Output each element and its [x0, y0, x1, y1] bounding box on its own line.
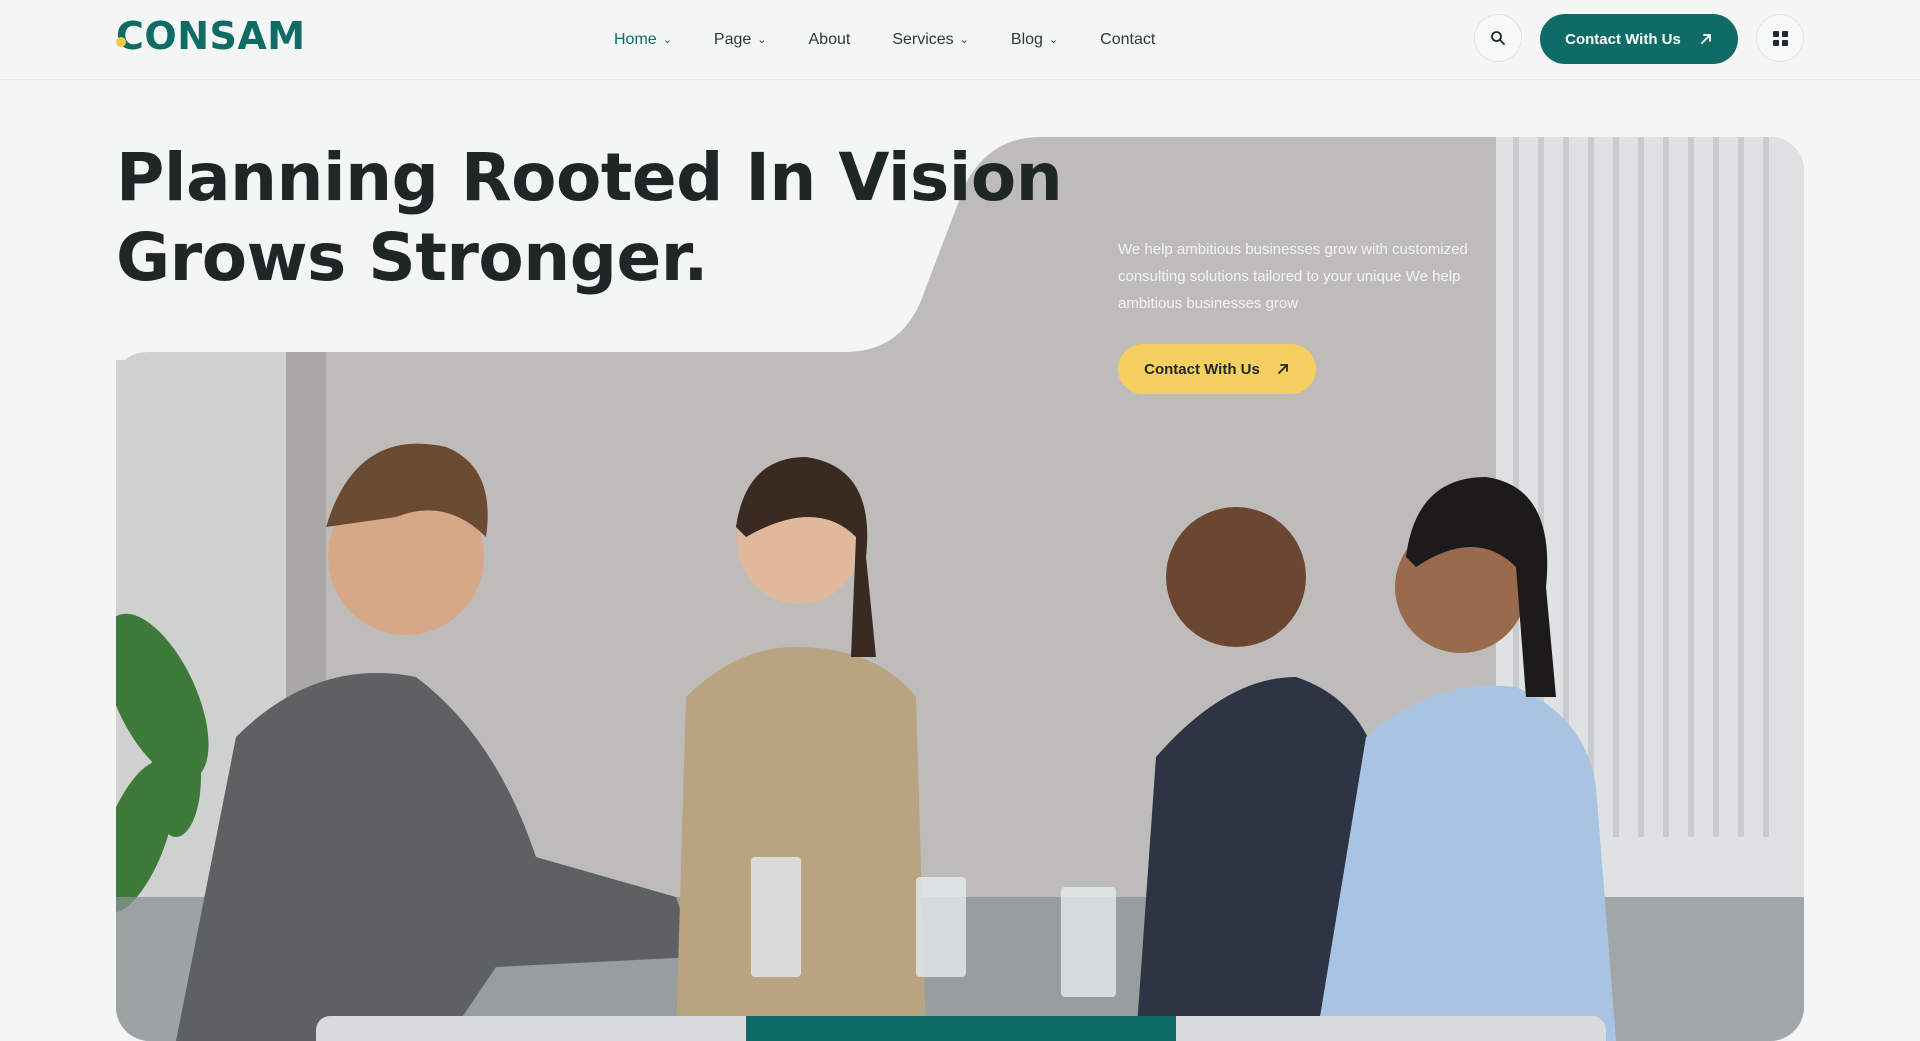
- grid-icon-cell: [1781, 39, 1788, 46]
- search-icon: [1491, 31, 1505, 45]
- chevron-down-icon: ⌄: [757, 33, 767, 46]
- nav-item-contact[interactable]: Contact: [1100, 28, 1155, 52]
- grid-icon-cell: [1772, 39, 1779, 46]
- contact-with-us-button[interactable]: Contact With Us: [1540, 14, 1738, 64]
- nav-item-label: Home: [614, 31, 657, 48]
- hero-title-line: Planning Rooted In Vision: [116, 139, 1063, 216]
- button-label: Contact With Us: [1565, 30, 1681, 48]
- nav-item-label: Blog: [1010, 31, 1043, 48]
- chevron-down-icon: ⌄: [662, 33, 672, 46]
- hero-title: Planning Rooted In Vision Grows Stronger…: [116, 138, 1063, 298]
- nav-item-label: Services: [892, 31, 954, 48]
- nav-item-label: About: [808, 31, 851, 48]
- site-header: CONSAM Home ⌄ Page ⌄ About Services ⌄ Bl…: [0, 0, 1920, 80]
- arrow-up-right-icon: [1700, 34, 1711, 44]
- hero-contact-button[interactable]: Contact With Us: [1118, 344, 1316, 394]
- nav-item-label: Page: [713, 31, 752, 48]
- nav-item-about[interactable]: About: [809, 28, 851, 52]
- search-button[interactable]: [1474, 14, 1522, 62]
- grid-icon-cell: [1781, 30, 1788, 37]
- nav-item-home[interactable]: Home ⌄: [614, 28, 672, 52]
- nav-item-page[interactable]: Page ⌄: [714, 28, 767, 52]
- button-label: Contact With Us: [1144, 360, 1260, 378]
- arrow-up-right-icon: [1277, 364, 1288, 374]
- brand-logo[interactable]: CONSAM: [116, 14, 306, 58]
- chevron-down-icon: ⌄: [959, 33, 969, 46]
- logo-accent-dot: [116, 37, 126, 47]
- hero-description: We help ambitious businesses grow with c…: [1118, 241, 1468, 312]
- menu-grid-button[interactable]: [1756, 14, 1804, 62]
- grid-icon: [1772, 30, 1779, 37]
- feature-strip: [316, 1016, 1606, 1041]
- nav-item-label: Contact: [1100, 31, 1156, 48]
- nav-item-services[interactable]: Services ⌄: [892, 28, 969, 52]
- chevron-down-icon: ⌄: [1048, 33, 1059, 46]
- hero-title-line: Grows Stronger.: [116, 219, 708, 296]
- main-nav: Home ⌄ Page ⌄ About Services ⌄ Blog ⌄ Co…: [614, 28, 1155, 52]
- nav-item-blog[interactable]: Blog ⌄: [1011, 28, 1058, 52]
- feature-strip-active-segment: [746, 1016, 1176, 1041]
